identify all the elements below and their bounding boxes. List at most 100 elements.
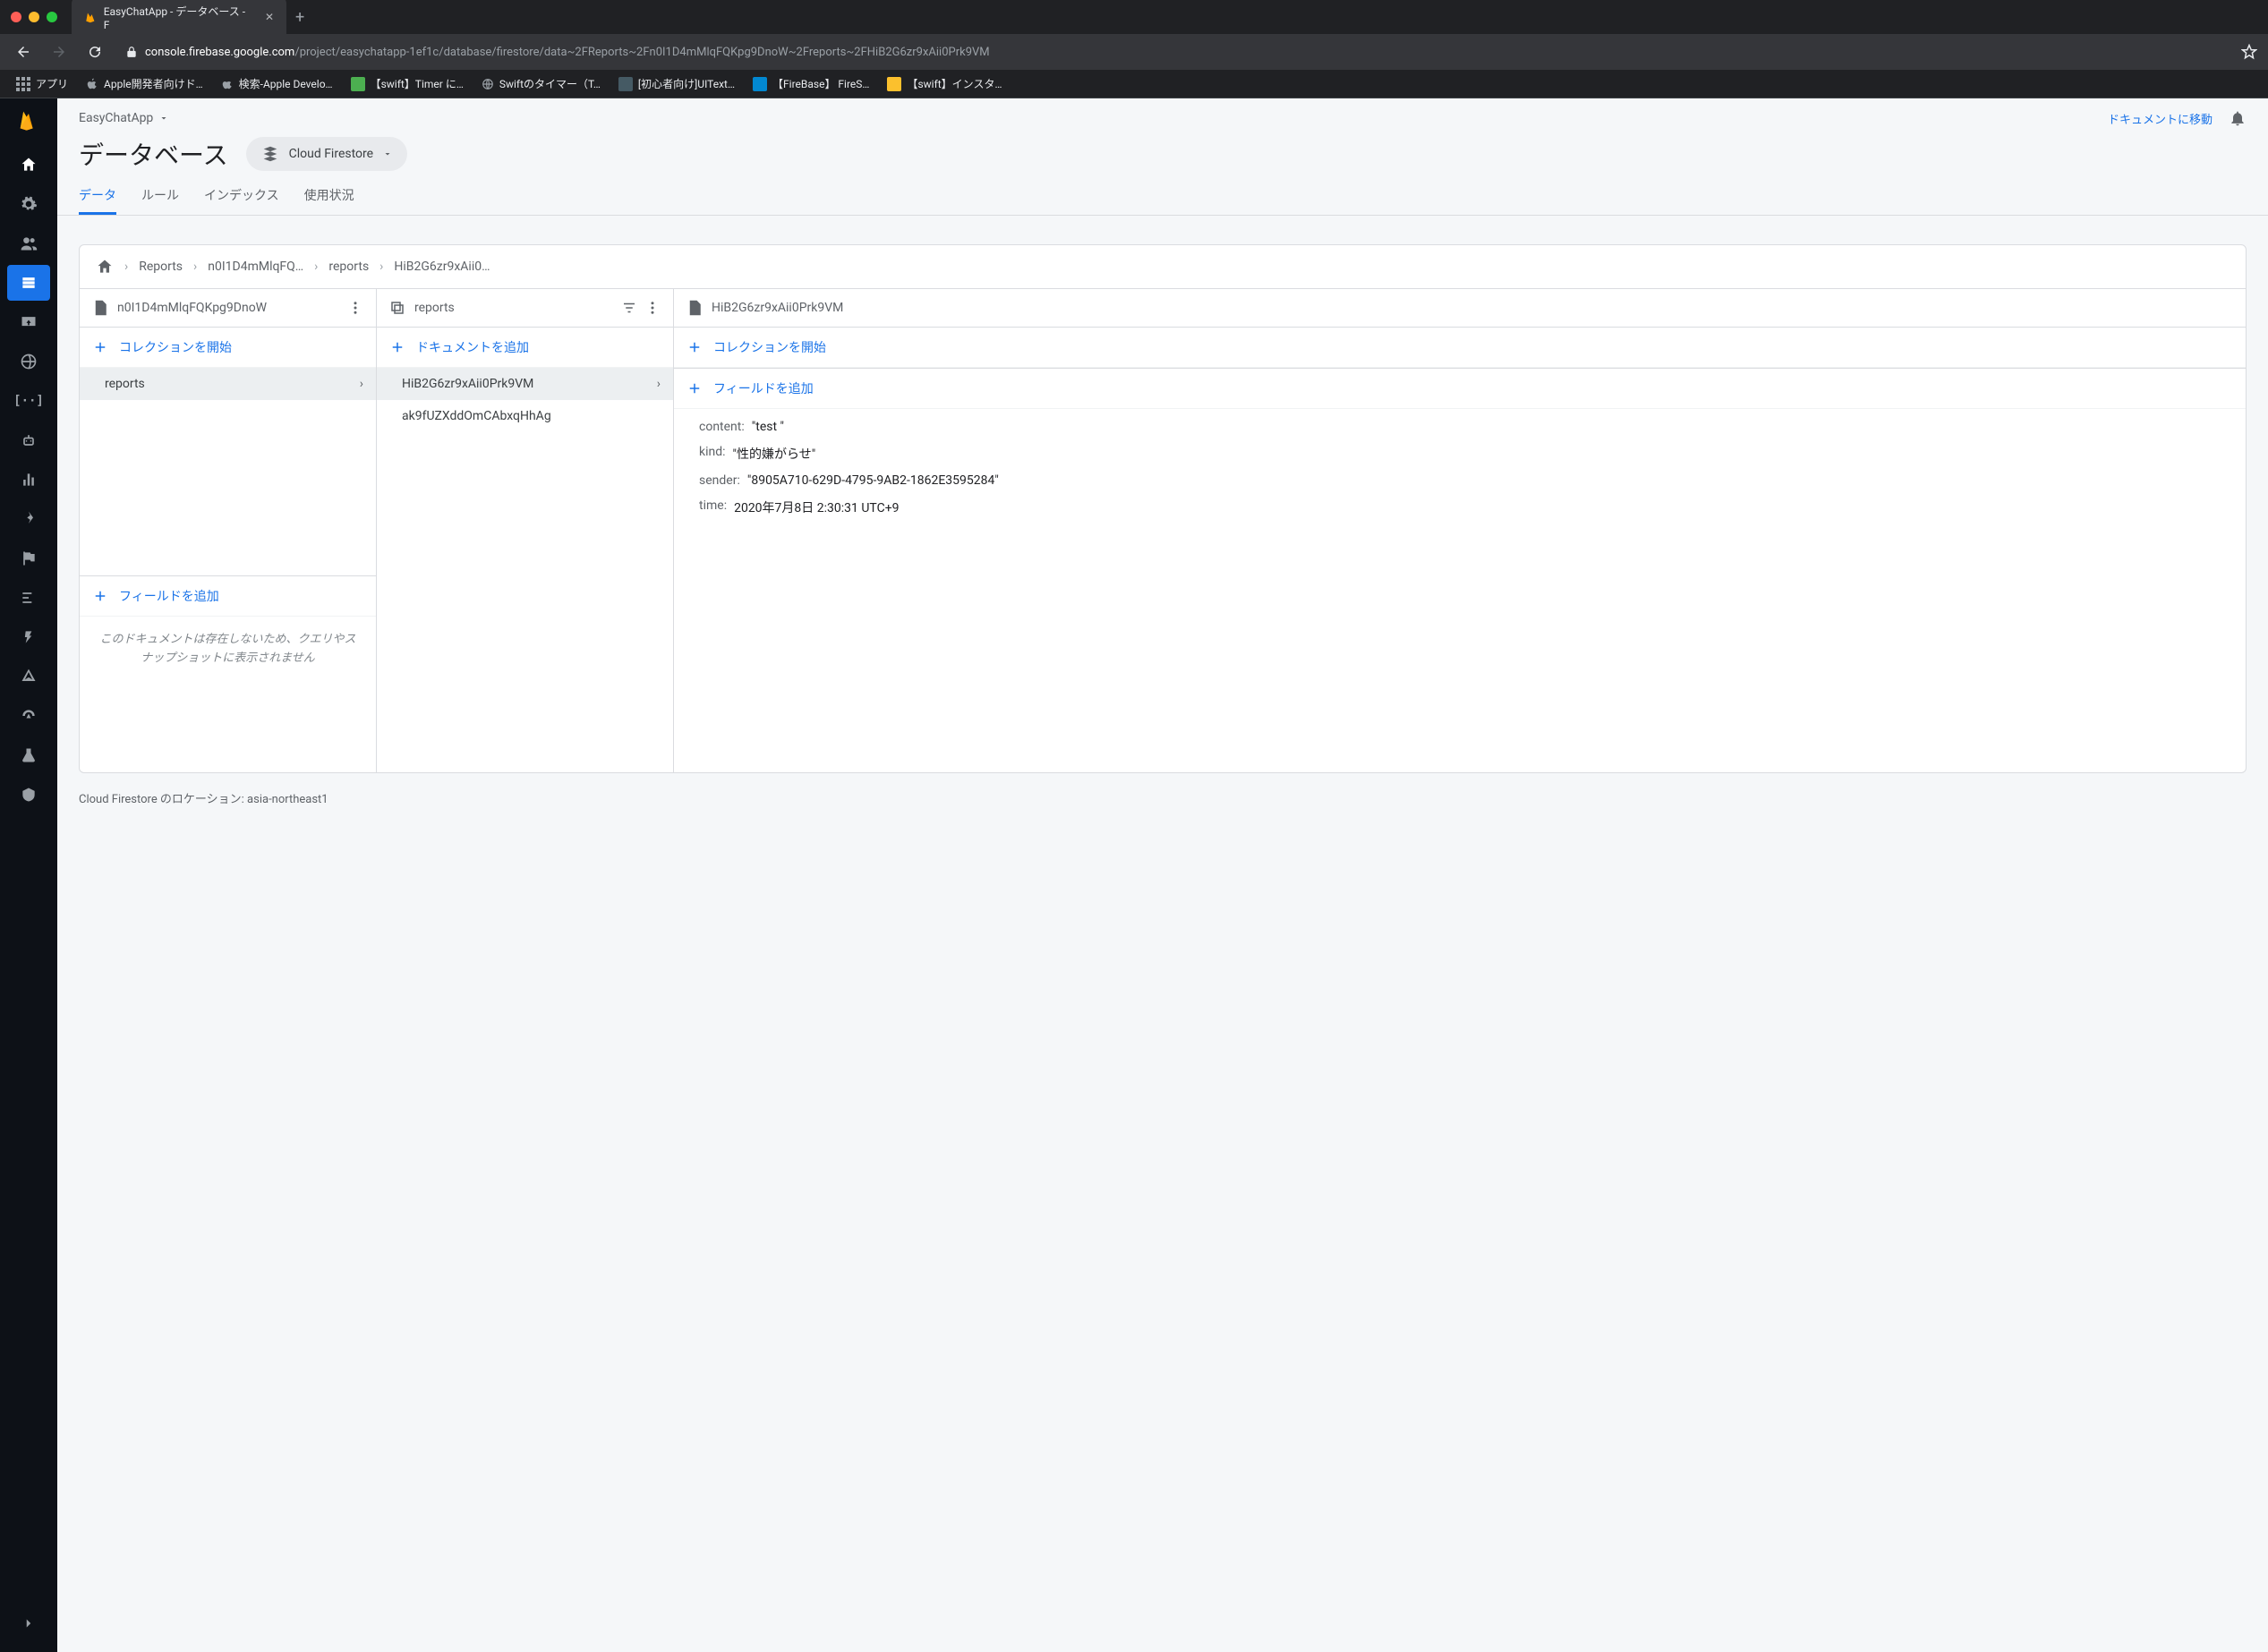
sidebar-item-abtesting[interactable]: [7, 619, 50, 655]
sidebar-item-extensions[interactable]: [7, 777, 50, 813]
new-tab-button[interactable]: +: [286, 3, 313, 32]
tab-rules[interactable]: ルール: [141, 186, 179, 215]
minimize-window-button[interactable]: [29, 12, 39, 22]
bookmarks-bar: アプリ Apple開発者向けド… 検索-Apple Develo… 【swift…: [0, 70, 2268, 98]
breadcrumb-item[interactable]: HiB2G6zr9xAii0…: [394, 260, 490, 274]
more-vert-icon[interactable]: [644, 300, 661, 316]
browser-tab[interactable]: EasyChatApp - データベース - F ✕: [72, 0, 286, 38]
breadcrumb-item[interactable]: Reports: [139, 260, 183, 274]
document-icon: [92, 300, 108, 316]
chevron-right-icon: ›: [193, 260, 197, 274]
column-title: reports: [414, 301, 455, 315]
bookmark-item[interactable]: [初心者向け]UIText…: [611, 72, 742, 95]
sidebar-item-analytics[interactable]: [7, 462, 50, 498]
data-explorer: › Reports › n0I1D4mMlqFQ… › reports › Hi…: [79, 244, 2247, 773]
sidebar-item-database[interactable]: [7, 265, 50, 301]
plus-icon: [92, 588, 108, 604]
close-tab-icon[interactable]: ✕: [265, 11, 274, 23]
field-row[interactable]: time:2020年7月8日 2:30:31 UTC+9: [674, 493, 2246, 522]
tab-indexes[interactable]: インデックス: [204, 186, 279, 215]
field-key: sender: [699, 473, 737, 488]
sidebar-item-authentication[interactable]: [7, 226, 50, 261]
field-key: kind: [699, 445, 722, 463]
breadcrumb-item[interactable]: reports: [328, 260, 369, 274]
database-selector[interactable]: Cloud Firestore: [246, 137, 407, 171]
bookmark-item[interactable]: Swiftのタイマー（T…: [474, 72, 608, 95]
sidebar: [··]: [0, 98, 57, 1652]
favicon: [618, 77, 633, 91]
lock-icon: [125, 46, 138, 58]
field-row[interactable]: content:"test ": [674, 414, 2246, 439]
sidebar-item-ml[interactable]: [7, 422, 50, 458]
add-field-button[interactable]: フィールドを追加: [674, 368, 2246, 409]
forward-button[interactable]: [47, 39, 72, 64]
apple-icon: [86, 78, 98, 90]
url-bar[interactable]: console.firebase.google.com/project/easy…: [118, 46, 2230, 59]
field-key: content: [699, 420, 741, 434]
breadcrumb-item[interactable]: n0I1D4mMlqFQ…: [208, 260, 303, 274]
reload-button[interactable]: [82, 39, 107, 64]
bookmark-item[interactable]: 検索-Apple Develo…: [214, 72, 340, 95]
close-window-button[interactable]: [11, 12, 21, 22]
plus-icon: [686, 380, 703, 396]
filter-icon[interactable]: [621, 300, 637, 316]
sidebar-item-settings[interactable]: [7, 186, 50, 222]
selector-label: Cloud Firestore: [289, 147, 373, 161]
bookmark-label: 【swift】インスタ…: [907, 76, 1002, 91]
bookmark-item[interactable]: 【swift】Timer に…: [344, 72, 471, 95]
bookmark-label: [初心者向け]UIText…: [638, 76, 735, 91]
document-row[interactable]: ak9fUZXddOmCAbxqHhAg: [377, 400, 673, 432]
maximize-window-button[interactable]: [47, 12, 57, 22]
sidebar-item-hosting[interactable]: [7, 344, 50, 379]
add-label: ドキュメントを追加: [416, 338, 529, 356]
row-label: ak9fUZXddOmCAbxqHhAg: [402, 409, 551, 423]
chevron-down-icon: [158, 113, 169, 123]
go-to-docs-link[interactable]: ドキュメントに移動: [2108, 110, 2213, 127]
add-field-button[interactable]: フィールドを追加: [80, 575, 376, 617]
field-row[interactable]: kind:"性的嫌がらせ": [674, 439, 2246, 468]
firebase-logo-icon[interactable]: [16, 107, 41, 132]
add-document-button[interactable]: ドキュメントを追加: [377, 328, 673, 368]
tab-data[interactable]: データ: [79, 186, 116, 215]
home-icon[interactable]: [96, 258, 114, 276]
field-value: "8905A710-629D-4795-9AB2-1862E3595284": [747, 473, 999, 488]
sidebar-item-flag[interactable]: [7, 541, 50, 576]
notifications-icon[interactable]: [2229, 109, 2247, 127]
apps-grid-icon: [16, 77, 30, 91]
bookmark-label: 【swift】Timer に…: [371, 76, 464, 91]
chevron-right-icon: ›: [314, 260, 318, 274]
collection-row[interactable]: reports ›: [80, 368, 376, 400]
field-value: 2020年7月8日 2:30:31 UTC+9: [734, 498, 899, 516]
apps-button[interactable]: アプリ: [9, 72, 75, 95]
chevron-down-icon: [382, 149, 393, 159]
sidebar-item-storage[interactable]: [7, 304, 50, 340]
sidebar-item-testlab[interactable]: [7, 737, 50, 773]
sidebar-item-home[interactable]: [7, 147, 50, 183]
add-label: コレクションを開始: [713, 338, 826, 356]
document-detail-column: HiB2G6zr9xAii0Prk9VM コレクションを開始 フィールドを追加 …: [674, 289, 2246, 772]
breadcrumb: › Reports › n0I1D4mMlqFQ… › reports › Hi…: [80, 245, 2246, 289]
sidebar-item-predictions[interactable]: [7, 501, 50, 537]
tab-title: EasyChatApp - データベース - F: [104, 4, 251, 31]
start-collection-button[interactable]: コレクションを開始: [674, 328, 2246, 368]
sidebar-item-crashlytics[interactable]: [7, 659, 50, 694]
more-vert-icon[interactable]: [347, 300, 363, 316]
bookmark-item[interactable]: Apple開発者向けド…: [79, 72, 210, 95]
field-row[interactable]: sender:"8905A710-629D-4795-9AB2-1862E359…: [674, 468, 2246, 493]
plus-icon: [389, 339, 405, 355]
field-value: "test ": [752, 420, 784, 434]
bookmark-item[interactable]: 【swift】インスタ…: [880, 72, 1009, 95]
chevron-right-icon: ›: [360, 377, 363, 391]
document-row[interactable]: HiB2G6zr9xAii0Prk9VM ›: [377, 368, 673, 400]
bookmark-item[interactable]: 【FireBase】 FireS…: [746, 72, 876, 95]
sidebar-expand-button[interactable]: [7, 1605, 50, 1641]
sidebar-item-functions[interactable]: [··]: [7, 383, 50, 419]
row-label: HiB2G6zr9xAii0Prk9VM: [402, 377, 533, 391]
tab-usage[interactable]: 使用状況: [304, 186, 354, 215]
bookmark-star-icon[interactable]: [2241, 44, 2257, 60]
sidebar-item-config[interactable]: [7, 580, 50, 616]
project-selector[interactable]: EasyChatApp: [79, 111, 169, 125]
back-button[interactable]: [11, 39, 36, 64]
sidebar-item-performance[interactable]: [7, 698, 50, 734]
start-collection-button[interactable]: コレクションを開始: [80, 328, 376, 368]
